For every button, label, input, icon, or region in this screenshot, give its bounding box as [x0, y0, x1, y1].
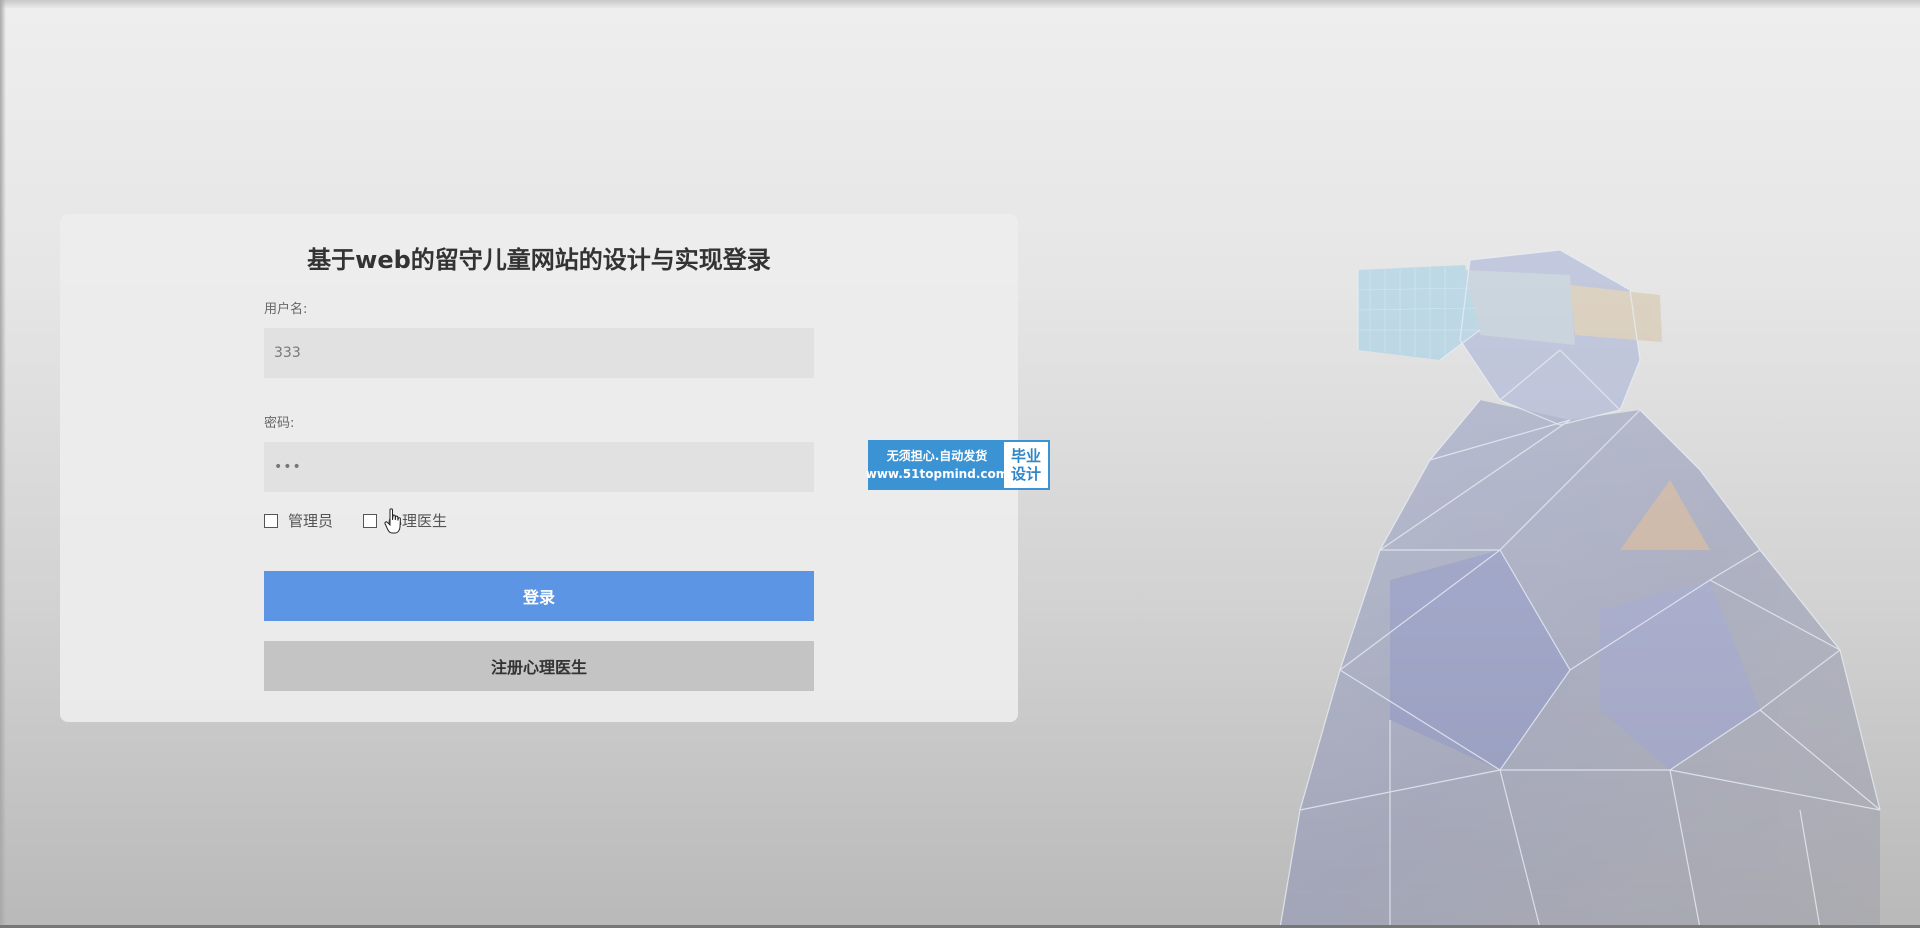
- admin-label: 管理员: [288, 512, 334, 530]
- promo-badge-line1: 无须担心.自动发货: [886, 449, 988, 463]
- username-input[interactable]: [264, 328, 814, 378]
- promo-badge-url: www.51topmind.com: [865, 467, 1009, 481]
- username-label: 用户名:: [264, 302, 308, 317]
- login-button[interactable]: 登录: [264, 571, 814, 621]
- hand-cursor-icon: [384, 508, 401, 534]
- role-option-psychologist[interactable]: 心理医生: [363, 510, 447, 531]
- promo-badge-text: 无须担心.自动发货 www.51topmind.com: [866, 442, 1008, 488]
- role-selector: 管理员 心理医生: [264, 510, 469, 531]
- psychologist-checkbox[interactable]: [363, 513, 378, 528]
- promo-badge-tag: 毕业 设计: [1004, 442, 1048, 488]
- register-psychologist-button[interactable]: 注册心理医生: [264, 641, 814, 691]
- password-label: 密码:: [264, 416, 295, 431]
- top-border: [0, 0, 1920, 8]
- vr-figure-illustration: [1279, 250, 1881, 928]
- promo-badge-tag-line1: 毕业: [1010, 447, 1041, 465]
- admin-checkbox[interactable]: [264, 513, 278, 528]
- page-title: 基于web的留守儿童网站的设计与实现登录: [307, 246, 771, 274]
- promo-badge-tag-line2: 设计: [1010, 465, 1041, 483]
- promo-badge[interactable]: 无须担心.自动发货 www.51topmind.com 毕业 设计: [866, 440, 1050, 490]
- role-option-admin[interactable]: 管理员: [264, 510, 333, 531]
- left-edge-shadow: [0, 0, 6, 928]
- password-input[interactable]: [264, 442, 814, 492]
